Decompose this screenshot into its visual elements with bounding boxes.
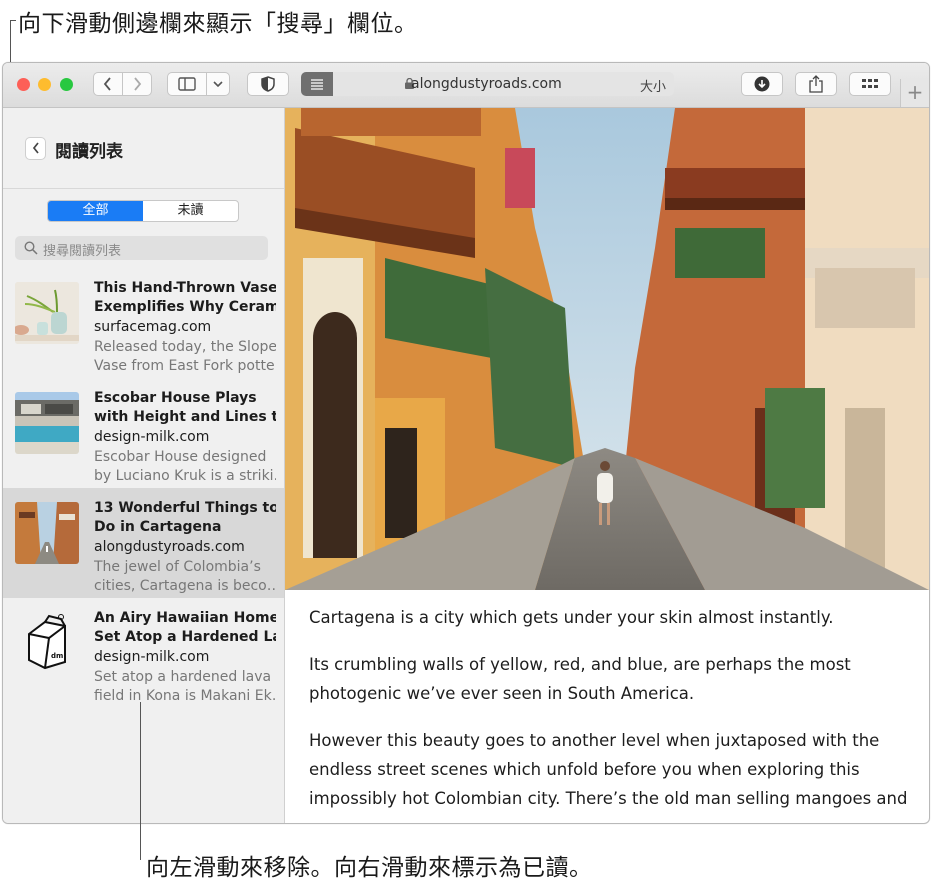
item-title-line1: This Hand-Thrown Vase bbox=[94, 280, 276, 296]
item-domain: design-milk.com bbox=[94, 429, 210, 445]
callout-swipe-hint: 向左滑動來移除。向右滑動來標示為已讀。 bbox=[146, 855, 593, 881]
item-title-line1: 13 Wonderful Things to bbox=[94, 500, 276, 516]
download-icon bbox=[754, 76, 770, 92]
article-paragraph: However this beauty goes to another leve… bbox=[309, 731, 880, 750]
list-item[interactable]: Escobar House Plays with Height and Line… bbox=[3, 378, 284, 488]
article-paragraph: endless street scenes which unfold befor… bbox=[309, 760, 860, 779]
item-excerpt-line2: field in Kona is Makani Ek… bbox=[94, 688, 276, 704]
callout-search-hint: 向下滑動側邊欄來顯示「搜尋」欄位。 bbox=[18, 11, 418, 37]
item-thumbnail: dm bbox=[15, 612, 79, 674]
sidebar-button[interactable] bbox=[167, 72, 207, 96]
item-excerpt-line2: by Luciano Kruk is a striki… bbox=[94, 468, 276, 484]
share-button[interactable] bbox=[795, 72, 837, 96]
item-excerpt-line1: Set atop a hardened lava bbox=[94, 669, 272, 685]
back-icon bbox=[32, 142, 39, 154]
item-thumbnail bbox=[15, 392, 79, 454]
reader-button[interactable] bbox=[301, 72, 333, 96]
search-field[interactable]: 搜尋閱讀列表 bbox=[15, 236, 268, 260]
forward-icon bbox=[134, 77, 142, 91]
article-hero-image bbox=[285, 108, 929, 590]
back-button[interactable] bbox=[93, 72, 123, 96]
item-domain: surfacemag.com bbox=[94, 319, 212, 335]
article-paragraph: Its crumbling walls of yellow, red, and … bbox=[309, 655, 851, 674]
address-bar[interactable]: alongdustyroads.com 大小 bbox=[301, 72, 674, 96]
segment-all[interactable]: 全部 bbox=[48, 201, 143, 221]
item-excerpt-line1: Released today, the Slope bbox=[94, 339, 276, 355]
callout-line-bottom bbox=[140, 702, 141, 860]
search-placeholder: 搜尋閱讀列表 bbox=[43, 244, 122, 259]
address-url: alongdustyroads.com bbox=[411, 76, 562, 92]
reader-icon bbox=[311, 79, 323, 90]
close-button[interactable] bbox=[17, 78, 30, 91]
callout-tick-top bbox=[10, 20, 16, 21]
item-title-line1: Escobar House Plays bbox=[94, 390, 257, 406]
item-excerpt-line2: cities, Cartagena is beco… bbox=[94, 578, 276, 594]
chevron-down-icon bbox=[213, 81, 223, 88]
article-paragraph: impossibly hot Colombian city. There’s t… bbox=[309, 789, 908, 808]
item-thumbnail bbox=[15, 502, 79, 564]
tab-overview-button[interactable] bbox=[849, 72, 891, 96]
item-domain: design-milk.com bbox=[94, 649, 210, 665]
forward-button[interactable] bbox=[122, 72, 152, 96]
sidebar-header: 閱讀列表 bbox=[3, 108, 284, 189]
article-body: Cartagena is a city which gets under you… bbox=[309, 603, 909, 813]
item-excerpt-line1: Escobar House designed bbox=[94, 449, 267, 465]
list-item[interactable]: dm An Airy Hawaiian Home Set Atop a Hard… bbox=[3, 598, 284, 708]
list-item[interactable]: This Hand-Thrown Vase Exemplifies Why Ce… bbox=[3, 268, 284, 378]
item-title-line2: Do in Cartagena bbox=[94, 519, 222, 535]
sidebar-back-button[interactable] bbox=[25, 137, 46, 160]
article-paragraph: Cartagena is a city which gets under you… bbox=[309, 608, 834, 627]
share-icon bbox=[809, 75, 823, 93]
search-icon bbox=[24, 241, 38, 255]
new-tab-icon: + bbox=[906, 80, 924, 104]
toolbar: alongdustyroads.com 大小 + bbox=[3, 63, 929, 108]
sidebar-icon bbox=[178, 77, 196, 91]
filter-segmented-control: 全部 未讀 bbox=[47, 200, 239, 222]
tab-overview-icon bbox=[862, 79, 878, 88]
minimize-button[interactable] bbox=[38, 78, 51, 91]
back-icon bbox=[103, 77, 111, 91]
item-excerpt-line1: The jewel of Colombia’s bbox=[94, 559, 261, 575]
item-thumbnail bbox=[15, 282, 79, 344]
sidebar-menu-button[interactable] bbox=[206, 72, 230, 96]
item-domain: alongdustyroads.com bbox=[94, 539, 245, 555]
item-title-line2: with Height and Lines t… bbox=[94, 409, 276, 425]
new-tab-button[interactable]: + bbox=[900, 79, 929, 107]
item-title-line2: Exemplifies Why Ceram… bbox=[94, 299, 276, 315]
downloads-button[interactable] bbox=[741, 72, 783, 96]
zoom-button[interactable] bbox=[60, 78, 73, 91]
reading-list-sidebar: 閱讀列表 全部 未讀 搜尋閱讀列表 This Hand-Thrown Vase … bbox=[3, 108, 285, 823]
article-paragraph: photogenic we’ve ever seen in South Amer… bbox=[309, 684, 695, 703]
list-item-selected[interactable]: 13 Wonderful Things to Do in Cartagena a… bbox=[3, 488, 284, 598]
svg-text:dm: dm bbox=[51, 652, 63, 660]
safari-window: alongdustyroads.com 大小 + 閱讀列表 全部 未讀 搜尋閱讀… bbox=[2, 62, 930, 824]
privacy-shield-icon bbox=[261, 76, 275, 92]
milk-carton-icon: dm bbox=[28, 614, 66, 670]
text-size-button[interactable]: 大小 bbox=[640, 76, 666, 95]
privacy-report-button[interactable] bbox=[247, 72, 289, 96]
item-excerpt-line2: Vase from East Fork potte… bbox=[94, 358, 276, 374]
item-title-line1: An Airy Hawaiian Home bbox=[94, 610, 276, 626]
sidebar-title: 閱讀列表 bbox=[55, 142, 123, 162]
item-title-line2: Set Atop a Hardened La… bbox=[94, 629, 276, 645]
segment-unread[interactable]: 未讀 bbox=[143, 201, 238, 221]
